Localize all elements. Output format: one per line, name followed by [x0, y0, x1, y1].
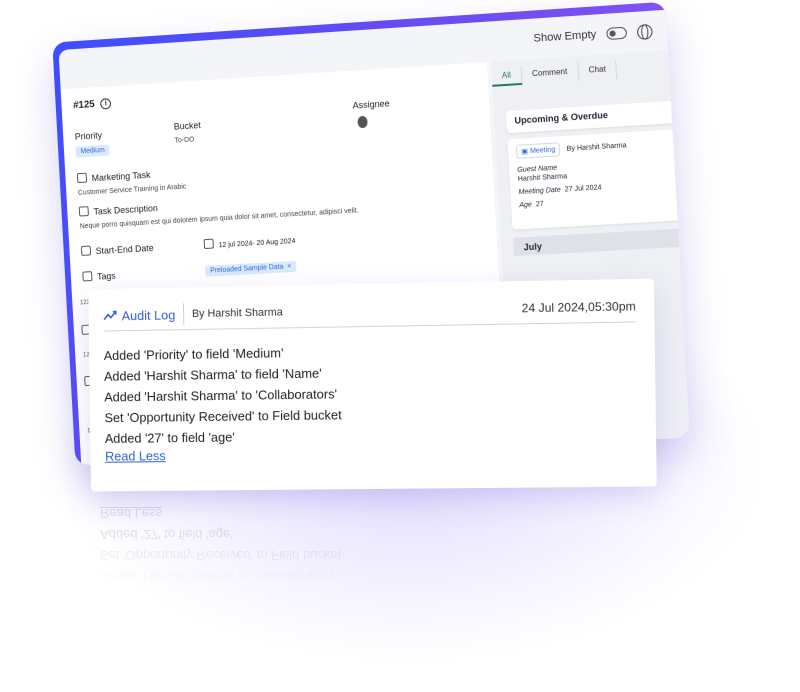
dates-value[interactable]: 12 jul 2024- 20 Aug 2024 — [204, 234, 296, 250]
meeting-tag: ▣ Meeting — [516, 142, 561, 159]
tags-label: Tags — [97, 271, 116, 282]
audit-log-title-text: Audit Log — [122, 307, 176, 323]
trend-icon — [103, 310, 117, 322]
month-header: July — [513, 228, 690, 256]
tags-field-label: Tags — [82, 270, 116, 283]
dates-value-text: 12 jul 2024- 20 Aug 2024 — [219, 238, 296, 249]
read-less-link[interactable]: Read Less — [105, 448, 166, 463]
assignee-label: Assignee — [352, 98, 389, 110]
globe-icon[interactable] — [637, 23, 653, 39]
reflection-line: Set 'Opportunity Received' to Field buck… — [100, 545, 400, 566]
priority-field: Priority Medium — [75, 130, 110, 158]
meeting-icon: ▣ — [521, 148, 530, 156]
assignee-field: Assignee — [352, 98, 390, 128]
age-value: 27 — [536, 201, 544, 209]
description-label: Task Description — [93, 203, 158, 217]
ticket-id-text: #125 — [73, 99, 95, 111]
priority-label: Priority — [75, 130, 109, 142]
activity-tabs: All Comment Chat — [491, 60, 617, 87]
upcoming-title: Upcoming & Overdue — [514, 110, 608, 126]
audit-log-entry: Added '27' to field 'age' — [105, 425, 342, 449]
audit-log-date: 24 Jul 2024,05:30pm — [522, 299, 636, 315]
task-type-value: Customer Service Training in Arabic — [78, 184, 187, 197]
bucket-value[interactable]: To-DO — [174, 136, 201, 145]
tag-chip-label: Preloaded Sample Data × — [205, 261, 296, 277]
reflection-line: Added 'Harshit Sharma' to 'Collaborators… — [100, 566, 400, 587]
audit-log-popup: Audit Log By Harshit Sharma 24 Jul 2024,… — [88, 279, 657, 492]
bucket-field: Bucket To-DO — [174, 120, 202, 144]
assignee-avatar[interactable] — [357, 116, 368, 129]
age-label: Age — [519, 201, 532, 209]
audit-log-reflection: Added 'Harshit Sharma' to 'Collaborators… — [100, 497, 400, 587]
meeting-date-value: 27 Jul 2024 — [565, 184, 602, 193]
calendar-icon — [81, 246, 91, 256]
reflection-line: Added '27' to field 'age' — [100, 524, 400, 545]
meeting-by: By Harshit Sharma — [566, 142, 626, 153]
ticket-id: #125 i — [73, 98, 112, 111]
task-type-label: Marketing Task — [91, 170, 150, 183]
task-type-field: Marketing Task Customer Service Training… — [77, 167, 187, 197]
show-empty-label: Show Empty — [533, 29, 596, 45]
meeting-date-label: Meeting Date — [518, 187, 561, 196]
audit-log-title: Audit Log — [103, 303, 184, 326]
reflection-read-less: Read Less — [100, 503, 400, 524]
dates-field-label: Start-End Date — [81, 242, 154, 257]
show-empty-toggle[interactable] — [606, 27, 627, 40]
tag-chip[interactable]: Preloaded Sample Data × — [205, 256, 297, 277]
tab-comment[interactable]: Comment — [521, 62, 579, 85]
tag-icon — [82, 271, 92, 281]
dates-label: Start-End Date — [95, 243, 153, 256]
audit-log-author: By Harshit Sharma — [192, 307, 283, 321]
upcoming-header[interactable]: Upcoming & Overdue — [506, 100, 690, 133]
info-icon[interactable]: i — [100, 98, 111, 110]
priority-chip[interactable]: Medium — [75, 145, 109, 158]
task-type-icon — [77, 173, 87, 183]
audit-log-header: Audit Log By Harshit Sharma 24 Jul 2024,… — [103, 291, 636, 331]
description-icon — [79, 206, 89, 216]
tab-chat[interactable]: Chat — [578, 60, 618, 82]
audit-log-entry: Set 'Opportunity Received' to Field buck… — [104, 404, 341, 428]
calendar-small-icon — [204, 239, 214, 249]
bucket-label: Bucket — [174, 120, 201, 132]
audit-log-entries: Added 'Priority' to field 'Medium' Added… — [104, 341, 343, 448]
meeting-card[interactable]: ▣ Meeting By Harshit Sharma Guest Name H… — [507, 128, 689, 230]
tag-remove-icon[interactable]: × — [287, 263, 291, 270]
tab-all[interactable]: All — [491, 66, 522, 87]
